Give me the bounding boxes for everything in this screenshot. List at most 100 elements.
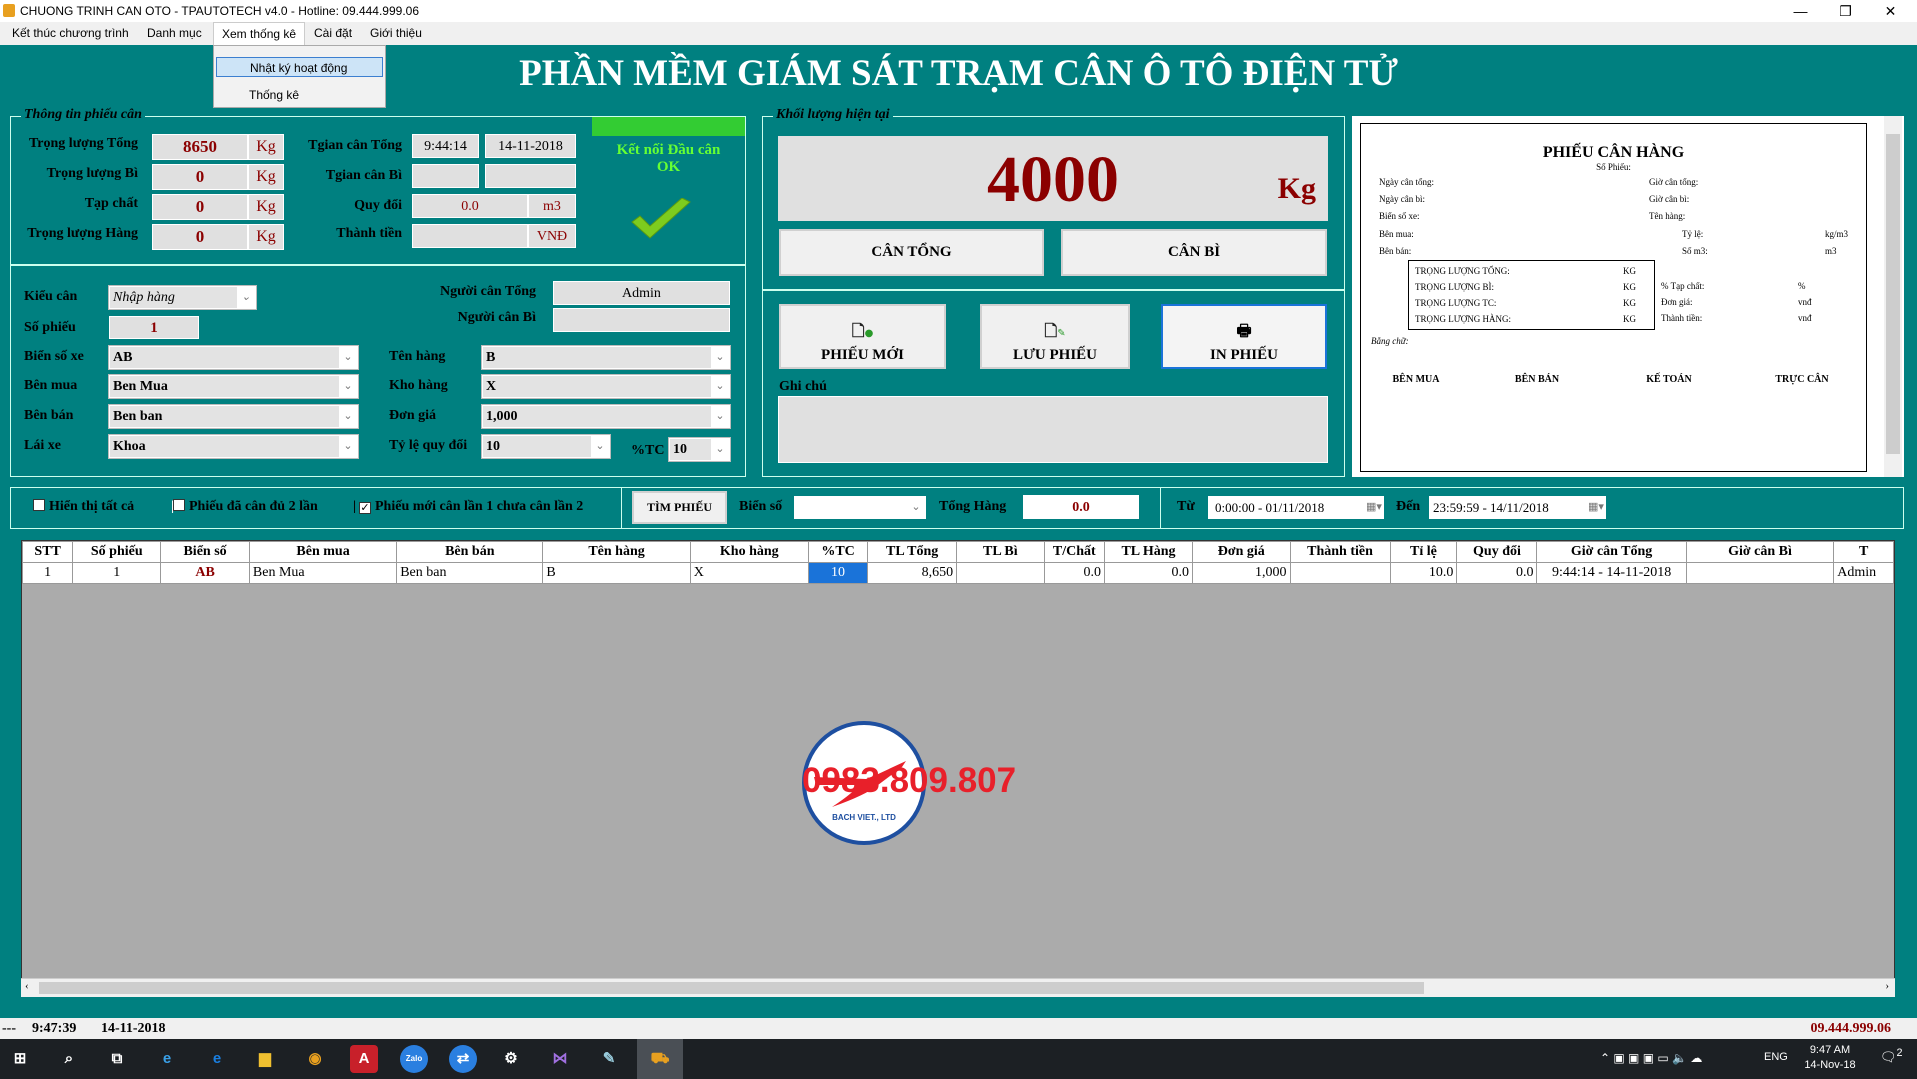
column-header[interactable]: Kho hàng: [689, 541, 809, 563]
ten-hang-select[interactable]: B ⌄: [481, 345, 731, 370]
table-cell[interactable]: 0.0: [1456, 562, 1538, 584]
table-cell[interactable]: AB: [160, 562, 250, 584]
preview-scrollbar[interactable]: [1884, 116, 1902, 477]
label-tu: Từ: [1177, 499, 1195, 514]
table-cell[interactable]: 1: [72, 562, 162, 584]
tray-icons[interactable]: ⌃ ▣ ▣ ▣ ▭ 🔈 ☁: [1600, 1051, 1702, 1065]
done-twice-checkbox[interactable]: Phiếu đã cân đủ 2 lần: [173, 499, 318, 515]
visual-studio-icon[interactable]: ⋈: [546, 1045, 574, 1073]
column-header[interactable]: TL Bì: [956, 541, 1045, 563]
file-explorer-icon[interactable]: ▆: [251, 1045, 279, 1073]
table-cell[interactable]: 0.0: [1104, 562, 1194, 584]
tim-phieu-button[interactable]: TÌM PHIẾU: [632, 491, 727, 524]
table-cell[interactable]: [956, 562, 1045, 584]
table-cell[interactable]: [1289, 562, 1391, 584]
calendar-icon[interactable]: ▦▾: [1587, 497, 1605, 518]
column-header[interactable]: TL Tổng: [867, 541, 958, 563]
table-cell[interactable]: Ben ban: [396, 562, 544, 584]
lai-xe-select[interactable]: Khoa ⌄: [108, 434, 359, 459]
windows-start-icon[interactable]: ⊞: [6, 1045, 34, 1073]
language-indicator[interactable]: ENG: [1764, 1051, 1788, 1063]
scroll-right-icon[interactable]: ›: [1885, 980, 1889, 992]
in-phieu-button[interactable]: 🖶 IN PHIẾU: [1161, 304, 1327, 369]
ghi-chu-textarea[interactable]: [778, 396, 1328, 463]
menu-danh-muc[interactable]: Danh mục: [139, 22, 210, 45]
task-view-icon[interactable]: ⧉: [103, 1045, 131, 1073]
show-all-checkbox[interactable]: Hiển thị tất cả: [33, 499, 134, 515]
table-cell[interactable]: Admin: [1833, 562, 1894, 584]
table-cell[interactable]: 9:44:14 - 14-11-2018: [1536, 562, 1687, 584]
can-bi-button[interactable]: CÂN BÌ: [1061, 229, 1327, 276]
close-button[interactable]: ✕: [1868, 0, 1913, 22]
weighing-app-icon[interactable]: ⛟: [637, 1039, 683, 1079]
column-header[interactable]: Tên hàng: [542, 541, 691, 563]
scrollbar-thumb[interactable]: [1886, 134, 1900, 454]
table-cell[interactable]: 8,650: [867, 562, 958, 584]
search-icon[interactable]: ⌕: [55, 1045, 83, 1073]
column-header[interactable]: Bên mua: [248, 541, 398, 563]
settings-gear-icon[interactable]: ⚙: [497, 1045, 525, 1073]
luu-phieu-button[interactable]: 🗋✎ LƯU PHIẾU: [980, 304, 1130, 369]
menu-item-nhat-ky[interactable]: Nhật ký hoạt động: [216, 57, 383, 77]
table-cell[interactable]: [1685, 562, 1835, 584]
column-header[interactable]: T/Chất: [1043, 541, 1106, 563]
horizontal-scrollbar[interactable]: ‹ ›: [21, 978, 1895, 997]
print-preview: PHIẾU CÂN HÀNG Số Phiếu: Ngày cân tổng: …: [1352, 116, 1904, 477]
notification-icon[interactable]: 🗨2: [1880, 1047, 1903, 1065]
column-header[interactable]: Số phiếu: [72, 541, 162, 563]
column-header[interactable]: Quy đổi: [1456, 541, 1538, 563]
column-header[interactable]: Thành tiền: [1289, 541, 1391, 563]
table-cell[interactable]: Ben Mua: [248, 562, 398, 584]
minimize-button[interactable]: —: [1778, 0, 1823, 22]
column-header[interactable]: Giờ cân Tổng: [1536, 541, 1687, 563]
table-cell[interactable]: 1,000: [1192, 562, 1291, 584]
column-header[interactable]: T: [1833, 541, 1894, 563]
table-row[interactable]: 1 1 AB Ben Mua Ben ban B X 10 8,650 0.0 0.0 1,000 10…: [22, 562, 1894, 584]
chrome-icon[interactable]: ◉: [301, 1045, 329, 1073]
tc-select[interactable]: 10 ⌄: [668, 437, 731, 462]
column-header[interactable]: Giờ cân Bì: [1685, 541, 1835, 563]
menu-xem-thong-ke[interactable]: Xem thống kê: [213, 22, 306, 45]
clock[interactable]: 9:47 AM 14-Nov-18: [1800, 1043, 1860, 1073]
autocad-icon[interactable]: A: [350, 1045, 378, 1073]
ben-ban-select[interactable]: Ben ban ⌄: [108, 404, 359, 429]
menu-item-thong-ke[interactable]: Thống kê: [216, 85, 383, 105]
teamviewer-icon[interactable]: ⇄: [449, 1045, 477, 1073]
bien-so-filter-select[interactable]: ⌄: [794, 496, 926, 519]
kieu-can-select[interactable]: Nhập hàng ⌄: [108, 285, 257, 310]
ben-mua-select[interactable]: Ben Mua ⌄: [108, 374, 359, 399]
column-header[interactable]: Bên bán: [396, 541, 544, 563]
table-cell[interactable]: 0.0: [1043, 562, 1106, 584]
menu-gioi-thieu[interactable]: Giới thiệu: [362, 22, 430, 45]
table-cell[interactable]: 1: [22, 562, 74, 584]
menu-exit[interactable]: Kết thúc chương trình: [4, 22, 137, 45]
bien-so-select[interactable]: AB ⌄: [108, 345, 359, 370]
scroll-left-icon[interactable]: ‹: [25, 980, 29, 992]
from-date-picker[interactable]: 0:00:00 - 01/11/2018 ▦▾: [1208, 496, 1384, 519]
table-cell[interactable]: 10: [807, 562, 869, 584]
column-header[interactable]: Đơn giá: [1192, 541, 1291, 563]
new-once-checkbox[interactable]: ✓ Phiếu mới cân lần 1 chưa cân lần 2: [359, 499, 583, 515]
menu-cai-dat[interactable]: Cài đặt: [306, 22, 360, 45]
column-header[interactable]: %TC: [807, 541, 869, 563]
kho-hang-select[interactable]: X ⌄: [481, 374, 731, 399]
edge-icon[interactable]: e: [203, 1045, 231, 1073]
zalo-icon[interactable]: Zalo: [400, 1045, 428, 1073]
column-header[interactable]: STT: [22, 541, 74, 563]
scrollbar-thumb[interactable]: [39, 982, 1424, 994]
table-cell[interactable]: B: [542, 562, 691, 584]
phieu-moi-button[interactable]: 🗋● PHIẾU MỚI: [779, 304, 946, 369]
don-gia-select[interactable]: 1,000 ⌄: [481, 404, 731, 429]
maximize-button[interactable]: ❐: [1823, 0, 1868, 22]
to-date-picker[interactable]: 23:59:59 - 14/11/2018 ▦▾: [1429, 496, 1606, 519]
column-header[interactable]: Tỉ lệ: [1389, 541, 1458, 563]
column-header[interactable]: Biển số: [160, 541, 250, 563]
table-cell[interactable]: X: [689, 562, 809, 584]
column-header[interactable]: TL Hàng: [1104, 541, 1194, 563]
paint-icon[interactable]: ✎: [595, 1045, 623, 1073]
can-tong-button[interactable]: CÂN TỔNG: [779, 229, 1044, 276]
table-cell[interactable]: 10.0: [1389, 562, 1458, 584]
ie-icon[interactable]: e: [153, 1045, 181, 1073]
calendar-icon[interactable]: ▦▾: [1365, 497, 1383, 518]
ty-le-select[interactable]: 10 ⌄: [481, 434, 611, 459]
